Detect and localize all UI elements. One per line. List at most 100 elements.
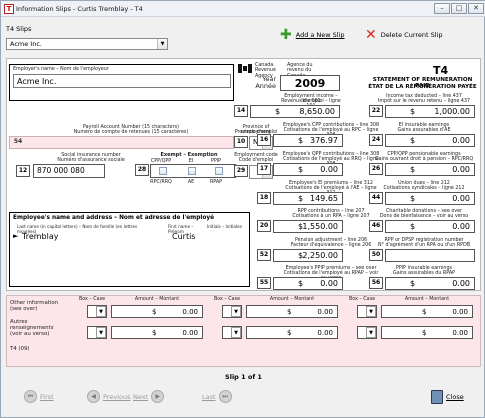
box-22-number: 22 <box>369 105 383 117</box>
plus-icon: ✚ <box>280 27 292 43</box>
other-amount-field[interactable]: $0.00 <box>381 305 473 318</box>
other-box-code-select[interactable]: ▼ <box>222 326 242 339</box>
box-case-header: Box – Case <box>348 297 376 302</box>
box-14-amount-field[interactable]: $8,650.00 <box>250 105 340 118</box>
box-20-label-fr: Cotisations à un RPA – ligne 207 <box>292 214 370 219</box>
other-amount-field[interactable]: $0.00 <box>111 305 203 318</box>
box-24-amount-field[interactable]: $0.00 <box>385 134 475 147</box>
delete-slip-button[interactable]: ✕ Delete Current Slip <box>365 28 443 42</box>
other-amount-value: 0.00 <box>182 329 198 337</box>
box-16-value: 376.97 <box>310 136 338 145</box>
year-label-fr: Année <box>255 82 276 90</box>
other-amount-field[interactable]: $0.00 <box>246 305 338 318</box>
box-22-amount-field[interactable]: $1,000.00 <box>385 105 475 118</box>
other-box-code-select[interactable]: ▼ <box>222 305 242 318</box>
employer-name-field[interactable]: Acme Inc. <box>13 74 231 88</box>
arrow-right-icon: ► <box>13 232 19 240</box>
box-44-number: 44 <box>369 192 383 204</box>
box-18-amount-field[interactable]: $149.65 <box>273 192 343 205</box>
box-22-value: 1,000.00 <box>434 107 470 116</box>
slip-selector[interactable]: Acme Inc. ▼ <box>6 38 168 50</box>
other-amount-field[interactable]: $0.00 <box>246 326 338 339</box>
box-44-amount-field[interactable]: $0.00 <box>385 192 475 205</box>
box-16-amount-field[interactable]: $376.97 <box>273 134 343 147</box>
box-52-number: 52 <box>257 249 271 261</box>
minimize-button[interactable]: – <box>434 3 450 14</box>
exempt-label: Exempt – Exemption <box>160 152 218 158</box>
box-46-value: 0.00 <box>452 222 470 231</box>
close-window-button[interactable]: ✕ <box>468 3 484 14</box>
other-box-code-select[interactable]: ▼ <box>87 305 107 318</box>
box-26-amount-field[interactable]: $0.00 <box>385 163 475 176</box>
first-button[interactable]: ⏮ First <box>24 390 54 403</box>
box-17-amount-field[interactable]: $0.00 <box>273 163 343 176</box>
box-54-number: 54 <box>13 138 23 145</box>
box-55-value: 0.00 <box>320 279 338 288</box>
box-50-amount-field[interactable] <box>385 249 475 262</box>
last-icon: ⏭ <box>218 390 232 403</box>
chevron-down-icon: ▼ <box>231 327 241 338</box>
sin-label-fr: Numéro d'assurance sociale <box>57 158 125 163</box>
box-52-value: 2,250.00 <box>302 251 338 260</box>
box-56-number: 56 <box>369 277 383 289</box>
box-44-value: 0.00 <box>452 194 470 203</box>
box-46-amount-field[interactable]: $0.00 <box>385 220 475 233</box>
box-18-value: 149.65 <box>310 194 338 203</box>
other-box-code-select[interactable]: ▼ <box>87 326 107 339</box>
previous-label: Previous <box>103 392 131 401</box>
other-amount-field[interactable]: $0.00 <box>111 326 203 339</box>
exempt-ei-checkbox[interactable] <box>188 167 196 175</box>
employee-first-name-field[interactable]: Curtis <box>172 231 222 242</box>
box-52-label-fr: Facteur d'équivalence – ligne 206 <box>290 243 372 248</box>
box-50-number: 50 <box>369 249 383 261</box>
other-information-area: Other information (see over) Autres rens… <box>6 295 481 367</box>
next-button[interactable]: Next ▶ <box>133 390 165 403</box>
other-amount-field[interactable]: $0.00 <box>381 326 473 339</box>
slip-selector-value: Acme Inc. <box>10 40 42 48</box>
close-door-icon <box>431 390 443 404</box>
payroll-account-field[interactable]: 54 <box>9 136 234 149</box>
other-box-code-select[interactable]: ▼ <box>357 305 377 318</box>
other-info-see-over: (see over) <box>10 306 38 312</box>
other-amount-value: 0.00 <box>182 308 198 316</box>
box-17-number: 17 <box>257 163 271 175</box>
box-20-number: 20 <box>257 220 271 232</box>
app-icon: T <box>4 4 14 14</box>
box-26-value: 0.00 <box>452 165 470 174</box>
box-56-amount-field[interactable]: $0.00 <box>385 277 475 290</box>
box-29-number: 29 <box>234 165 248 177</box>
next-icon: ▶ <box>151 390 165 403</box>
box-17-value: 0.00 <box>320 165 338 174</box>
box-44-label-fr: Cotisations syndicales – ligne 212 <box>383 186 465 191</box>
information-slips-window: T Information Slips - Curtis Tremblay - … <box>0 0 485 418</box>
payroll-label-fr: Numéro de compte de retenues (15 caractè… <box>73 130 189 135</box>
exempt-rpc-label: RPC/RRQ <box>150 180 172 185</box>
add-slip-button[interactable]: ✚ Add a New Slip <box>280 27 345 43</box>
box-20-amount-field[interactable]: $1,550.00 <box>273 220 343 233</box>
chevron-down-icon: ▼ <box>366 306 376 317</box>
close-button[interactable]: Close <box>431 390 464 404</box>
first-icon: ⏮ <box>24 390 37 403</box>
previous-button[interactable]: ◀ Previous <box>87 390 130 403</box>
box-18-number: 18 <box>257 192 271 204</box>
employee-initials-label: Initials – Initiales <box>207 224 242 229</box>
other-box-code-select[interactable]: ▼ <box>357 326 377 339</box>
box-52-amount-field[interactable]: $2,250.00 <box>273 249 343 262</box>
maximize-button[interactable]: □ <box>451 3 467 14</box>
exempt-ppip-checkbox[interactable] <box>215 167 223 175</box>
box-46-number: 46 <box>369 220 383 232</box>
employee-last-name-field[interactable]: Tremblay <box>22 231 142 242</box>
box-55-number: 55 <box>257 277 271 289</box>
box-55-amount-field[interactable]: $0.00 <box>273 277 343 290</box>
last-button[interactable]: Last ⏭ <box>202 390 232 403</box>
form-version: T4 (09) <box>10 346 30 352</box>
box-56-value: 0.00 <box>452 279 470 288</box>
exempt-cpp-checkbox[interactable] <box>159 167 167 175</box>
box-20-value: 1,550.00 <box>302 222 338 231</box>
box-16-number: 16 <box>257 134 271 146</box>
other-info-fr-3: (voir au verso) <box>10 331 50 337</box>
employer-name-box: Employer's name – Nom de l'employeur Acm… <box>9 64 234 101</box>
sin-field[interactable]: 870 000 080 <box>33 164 105 178</box>
box-46-label-fr: Dons de bienfaisance – voir au verso <box>379 214 469 219</box>
close-label: Close <box>446 393 464 401</box>
